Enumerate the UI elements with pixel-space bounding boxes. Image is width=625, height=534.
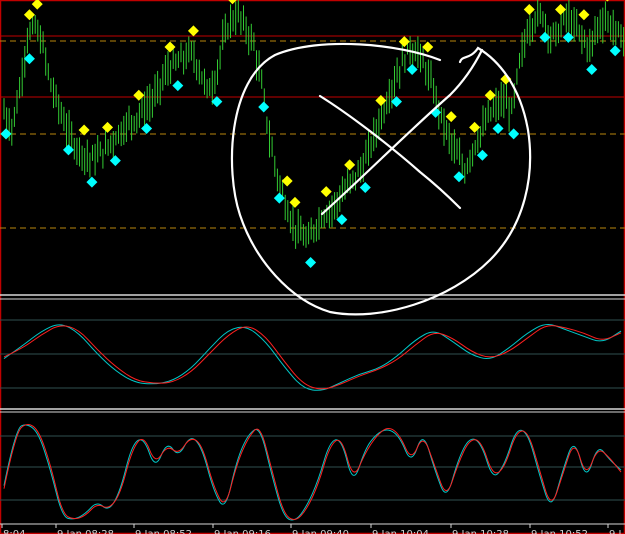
time-tick-label: 9 Jan 10:28 — [452, 529, 509, 534]
chart-background — [0, 0, 625, 534]
time-tick-label: 9 J — [609, 529, 622, 534]
chart-window: 8:04 9 Jan 08:28 9 Jan 08:52 9 Jan 09:16 9 J… — [0, 0, 625, 534]
trading-chart: 8:04 9 Jan 08:28 9 Jan 08:52 9 Jan 09:16 9 J… — [0, 0, 625, 534]
time-tick-label: 9 Jan 08:52 — [135, 529, 192, 534]
time-tick-label: 8:04 — [3, 529, 25, 534]
time-tick-label: 9 Jan 08:28 — [57, 529, 114, 534]
time-tick-label: 9 Jan 10:04 — [372, 529, 429, 534]
time-tick-label: 9 Jan 09:40 — [292, 529, 349, 534]
time-tick-label: 9 Jan 09:16 — [214, 529, 271, 534]
time-tick-label: 9 Jan 10:52 — [531, 529, 588, 534]
